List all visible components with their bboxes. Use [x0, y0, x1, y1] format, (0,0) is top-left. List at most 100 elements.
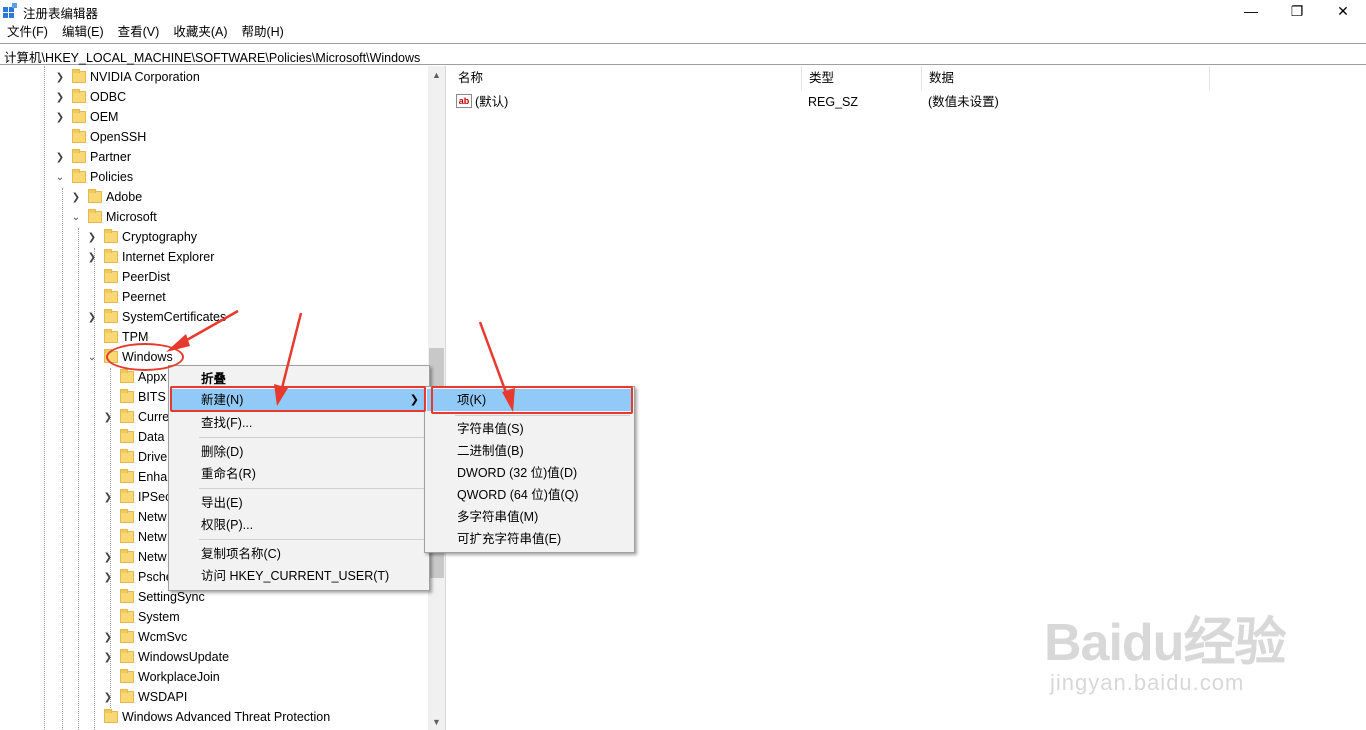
chevron-right-icon[interactable]: ❯ — [102, 547, 114, 567]
tree-item[interactable]: ❯ WcmSvc — [102, 627, 187, 647]
tree-item-label: SystemCertificates — [122, 310, 227, 324]
folder-icon — [120, 629, 134, 643]
tree-item[interactable]: ⌄ Policies — [54, 167, 133, 187]
tree-item[interactable]: WorkplaceJoin — [102, 667, 220, 687]
menu-favorites[interactable]: 收藏夹(A) — [166, 22, 234, 42]
tree-item[interactable]: Windows Advanced Threat Protection — [86, 707, 330, 727]
chevron-right-icon[interactable]: ❯ — [102, 567, 114, 587]
menu-file[interactable]: 文件(F) — [0, 22, 55, 42]
tree-item[interactable]: Netw — [102, 507, 166, 527]
tree-item-label: Enha — [138, 470, 168, 484]
watermark-url: jingyan.baidu.com — [1050, 670, 1245, 695]
address-path[interactable]: 计算机\HKEY_LOCAL_MACHINE\SOFTWARE\Policies… — [4, 47, 420, 66]
menu-help[interactable]: 帮助(H) — [234, 22, 290, 42]
chevron-right-icon[interactable]: ❯ — [86, 247, 98, 267]
tree-item[interactable]: Enha — [102, 467, 167, 487]
column-header-data[interactable]: 数据 — [922, 66, 1210, 90]
tree-item-label: System — [138, 610, 180, 624]
menu-item-permissions[interactable]: 权限(P)... — [171, 514, 427, 536]
tree-item[interactable]: Peernet — [86, 287, 166, 307]
menu-item-find[interactable]: 查找(F)... — [171, 412, 427, 434]
close-button[interactable]: ✕ — [1320, 0, 1366, 22]
folder-icon — [72, 149, 86, 163]
tree-item[interactable]: Data — [102, 427, 164, 447]
tree-item-label: Partner — [90, 150, 131, 164]
submenu-item-expandable-string-value[interactable]: 可扩充字符串值(E) — [427, 528, 632, 550]
chevron-down-icon[interactable]: ⌄ — [54, 167, 66, 187]
folder-icon — [72, 89, 86, 103]
chevron-right-icon[interactable]: ❯ — [86, 227, 98, 247]
chevron-right-icon[interactable]: ❯ — [54, 67, 66, 87]
chevron-right-icon[interactable]: ❯ — [102, 647, 114, 667]
folder-icon — [120, 389, 134, 403]
tree-item[interactable]: OpenSSH — [54, 127, 146, 147]
folder-icon — [120, 609, 134, 623]
submenu-item-qword-value[interactable]: QWORD (64 位)值(Q) — [427, 484, 632, 506]
scroll-up-arrow-icon[interactable]: ▲ — [428, 66, 445, 83]
menu-edit[interactable]: 编辑(E) — [55, 22, 111, 42]
menu-item-rename[interactable]: 重命名(R) — [171, 463, 427, 485]
chevron-right-icon[interactable]: ❯ — [86, 307, 98, 327]
tree-item[interactable]: ❯ Cryptography — [86, 227, 197, 247]
menu-item-delete[interactable]: 删除(D) — [171, 441, 427, 463]
maximize-button[interactable]: ❐ — [1274, 0, 1320, 22]
tree-item[interactable]: ❯ Netw — [102, 547, 166, 567]
submenu-item-multi-string-value[interactable]: 多字符串值(M) — [427, 506, 632, 528]
tree-item[interactable]: Netw — [102, 527, 166, 547]
address-bar[interactable]: 计算机\HKEY_LOCAL_MACHINE\SOFTWARE\Policies… — [0, 43, 1366, 65]
tree-item[interactable]: ❯ Partner — [54, 147, 131, 167]
folder-icon — [88, 189, 102, 203]
chevron-right-icon[interactable]: ❯ — [54, 87, 66, 107]
tree-item[interactable]: ❯ Adobe — [70, 187, 142, 207]
tree-item[interactable]: ❯ WindowsUpdate — [102, 647, 229, 667]
tree-item[interactable]: BITS — [102, 387, 166, 407]
table-row[interactable]: ab (默认) REG_SZ (数值未设置) — [451, 91, 1211, 113]
tree-item[interactable]: ❯ Curre — [102, 407, 169, 427]
minimize-icon: — — [1244, 3, 1258, 19]
tree-item[interactable]: ❯ OEM — [54, 107, 118, 127]
minimize-button[interactable]: — — [1228, 0, 1274, 22]
submenu-item-dword-value[interactable]: DWORD (32 位)值(D) — [427, 462, 632, 484]
submenu-item-string-value[interactable]: 字符串值(S) — [427, 418, 632, 440]
tree-guide-line — [78, 228, 79, 730]
column-header-name[interactable]: 名称 — [451, 66, 802, 90]
menu-view[interactable]: 查看(V) — [111, 22, 167, 42]
tree-item-label: ODBC — [90, 90, 127, 104]
tree-item-label: TPM — [122, 330, 149, 344]
chevron-down-icon[interactable]: ⌄ — [70, 207, 82, 227]
chevron-right-icon[interactable]: ❯ — [70, 187, 82, 207]
folder-icon — [120, 669, 134, 683]
maximize-icon: ❐ — [1290, 2, 1304, 19]
tree-item-label: Drive — [138, 450, 168, 464]
tree-item[interactable]: ❯ Psche — [102, 567, 173, 587]
tree-item[interactable]: PeerDist — [86, 267, 170, 287]
chevron-right-icon[interactable]: ❯ — [102, 627, 114, 647]
chevron-right-icon[interactable]: ❯ — [54, 107, 66, 127]
value-name: (默认) — [475, 95, 509, 109]
tree-item[interactable]: ❯ SystemCertificates — [86, 307, 226, 327]
tree-item-label: Windows Advanced Threat Protection — [122, 710, 331, 724]
tree-item[interactable]: ❯ WSDAPI — [102, 687, 187, 707]
menu-item-goto-hkcu[interactable]: 访问 HKEY_CURRENT_USER(T) — [171, 565, 427, 587]
chevron-right-icon[interactable]: ❯ — [102, 687, 114, 707]
column-header-type[interactable]: 类型 — [802, 66, 922, 90]
folder-icon — [88, 209, 102, 223]
menu-item-copy-key-name[interactable]: 复制项名称(C) — [171, 543, 427, 565]
chevron-right-icon[interactable]: ❯ — [54, 147, 66, 167]
menu-item-export[interactable]: 导出(E) — [171, 492, 427, 514]
chevron-down-icon[interactable]: ⌄ — [86, 347, 98, 367]
folder-icon — [72, 69, 86, 83]
tree-item[interactable]: System — [102, 607, 180, 627]
chevron-right-icon[interactable]: ❯ — [102, 487, 114, 507]
tree-item[interactable]: ❯ NVIDIA Corporation — [54, 67, 200, 87]
tree-item[interactable]: Drive — [102, 447, 167, 467]
folder-icon — [120, 449, 134, 463]
tree-item[interactable]: ⌄ Microsoft — [70, 207, 157, 227]
tree-item[interactable]: ❯ Internet Explorer — [86, 247, 214, 267]
submenu-item-binary-value[interactable]: 二进制值(B) — [427, 440, 632, 462]
tree-item[interactable]: ❯ ODBC — [54, 87, 126, 107]
tree-item[interactable]: ❯ IPSec — [102, 487, 171, 507]
chevron-right-icon[interactable]: ❯ — [102, 407, 114, 427]
scroll-down-arrow-icon[interactable]: ▼ — [428, 713, 445, 730]
tree-item-label: WcmSvc — [138, 630, 188, 644]
